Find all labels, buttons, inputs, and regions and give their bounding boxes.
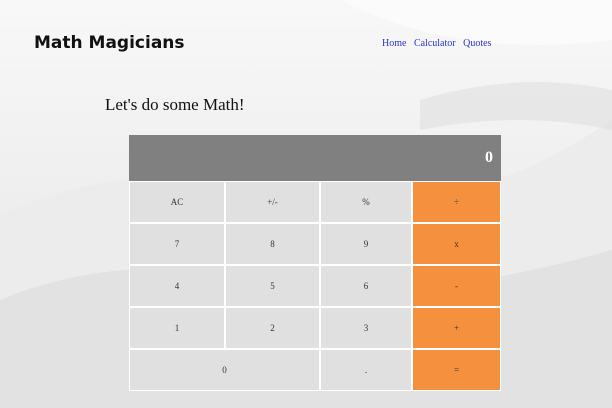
key-plus-minus[interactable]: +/- — [225, 181, 320, 223]
nav-link-home[interactable]: Home — [382, 38, 406, 49]
key-4[interactable]: 4 — [129, 265, 225, 307]
key-7[interactable]: 7 — [129, 223, 225, 265]
page-heading: Let's do some Math! — [105, 95, 245, 114]
key-clear[interactable]: AC — [129, 181, 225, 223]
key-add[interactable]: + — [412, 307, 501, 349]
key-equals[interactable]: = — [412, 349, 501, 391]
key-2[interactable]: 2 — [225, 307, 320, 349]
key-multiply[interactable]: x — [412, 223, 501, 265]
key-5[interactable]: 5 — [225, 265, 320, 307]
key-8[interactable]: 8 — [225, 223, 320, 265]
key-percent[interactable]: % — [320, 181, 412, 223]
key-3[interactable]: 3 — [320, 307, 412, 349]
key-9[interactable]: 9 — [320, 223, 412, 265]
key-divide[interactable]: ÷ — [412, 181, 501, 223]
key-0[interactable]: 0 — [129, 349, 320, 391]
nav-link-quotes[interactable]: Quotes — [463, 38, 491, 49]
key-1[interactable]: 1 — [129, 307, 225, 349]
main-nav: Home Calculator Quotes — [382, 38, 496, 49]
calculator-keypad: AC +/- % ÷ 7 8 9 x 4 5 6 - 1 2 3 + 0 . = — [129, 181, 501, 391]
calculator: 0 AC +/- % ÷ 7 8 9 x 4 5 6 - 1 2 3 + 0 .… — [129, 135, 501, 391]
nav-link-calculator[interactable]: Calculator — [414, 38, 456, 49]
key-subtract[interactable]: - — [412, 265, 501, 307]
key-6[interactable]: 6 — [320, 265, 412, 307]
key-decimal[interactable]: . — [320, 349, 412, 391]
app-title: Math Magicians — [34, 33, 185, 53]
calculator-display: 0 — [129, 135, 501, 181]
